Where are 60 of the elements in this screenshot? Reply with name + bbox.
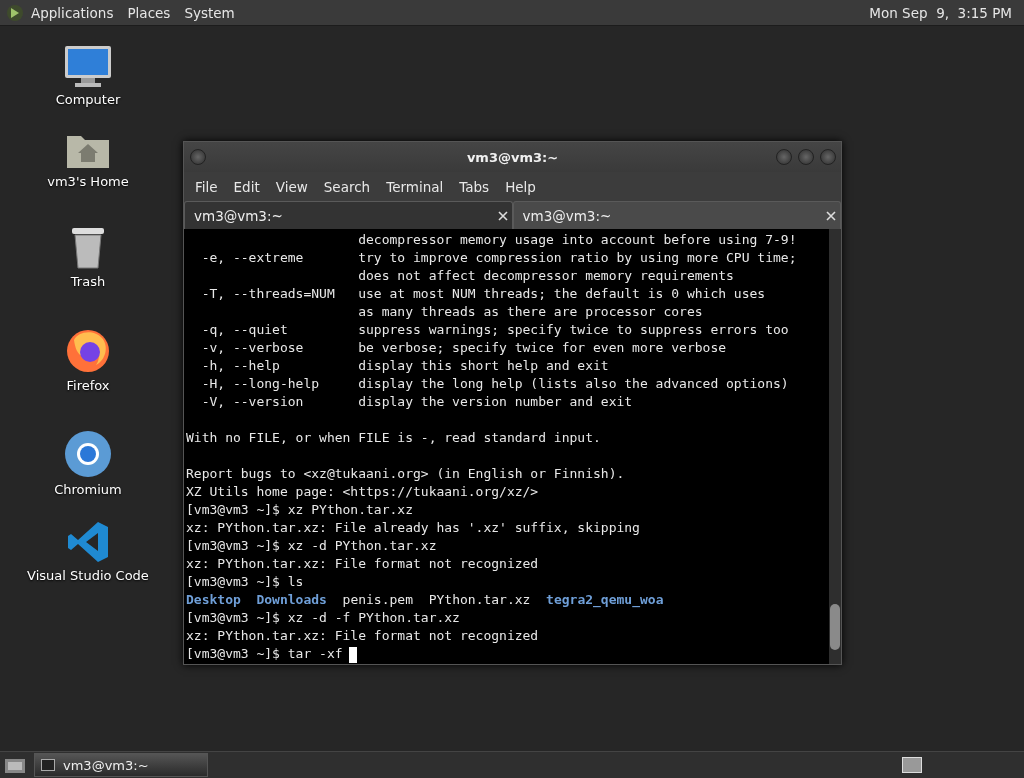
terminal-line: xz: PYthon.tar.xz: File format not recognized [186,556,539,571]
terminal-line: [vm3@vm3 ~]$ xz -d -f PYthon.tar.xz [186,610,460,625]
terminal-line: xz: PYthon.tar.xz: File already has '.xz' suffix, skipping [186,520,640,535]
chromium-icon [64,430,112,478]
terminal-line: xz: PYthon.tar.xz: File format not recognized [186,628,539,643]
panel-menu[interactable]: System [177,4,242,21]
terminal-line: -v, --verbose be verbose; specify twice for even more verbose [200,340,727,355]
show-desktop-icon[interactable] [4,756,26,774]
terminal-line: [vm3@vm3 ~]$ tar -xf [186,646,343,661]
terminal-line: [vm3@vm3 ~]$ ls [186,574,304,589]
terminal-line: -h, --help display this short help and exit [200,358,609,373]
desktop-icon-label[interactable]: Visual Studio Code [27,568,149,583]
minimize-button[interactable] [776,149,792,165]
terminal-line: -e, --extreme try to improve compression ratio by using more CPU time; [200,250,797,265]
menu-item[interactable]: Help [497,178,544,195]
tab[interactable]: vm3@vm3:~ [512,201,841,229]
desktop-icon-label[interactable]: Firefox [66,378,110,393]
file-name: PYthon.tar.xz [428,592,531,607]
terminal-line: -T, --threads=NUM use at most NUM threads; the default is 0 which uses [200,286,766,301]
menu-item[interactable]: View [267,178,316,195]
monitor-icon [63,44,113,88]
desktop-icon-label[interactable]: Chromium [54,482,122,497]
terminal-line: decompressor memory usage into account before using 7-9! [357,232,797,247]
terminal-line: -q, --quiet suppress warnings; specify twice to suppress errors too [200,322,789,337]
menu-item[interactable]: Terminal [378,178,452,195]
terminal-line: as many threads as there are processor cores [357,304,703,319]
desktop-icon-label[interactable]: Computer [55,92,121,107]
maximize-button[interactable] [798,149,814,165]
file-name: penis.pem [342,592,413,607]
menu-item[interactable]: Search [315,178,379,195]
trash-icon [69,226,107,270]
window-title: vm3@vm3:~ [466,149,559,165]
panel-menu[interactable]: Applications [24,4,121,21]
menu-item[interactable]: Tabs [451,178,498,195]
code-editor-icon [66,520,110,564]
terminal-line: XZ Utils home page: <https://tukaani.org/xz/> [186,484,539,499]
tab[interactable]: vm3@vm3:~ [184,201,513,229]
close-icon[interactable] [497,210,508,221]
panel-menu[interactable]: Places [120,4,178,21]
directory-name: tegra2_qemu_woa [546,592,664,607]
desktop-icon-label[interactable]: vm3's Home [47,174,129,189]
terminal-icon [41,759,55,771]
terminal-line: With no FILE, or when FILE is -, read standard input. [186,430,601,445]
terminal-line: [vm3@vm3 ~]$ xz PYthon.tar.xz [186,502,413,517]
terminal-line: -H, --long-help display the long help (lists also the advanced options) [200,376,789,391]
clock[interactable]: Mon Sep 9, 3:15 PM [869,4,1018,21]
close-button[interactable] [820,149,836,165]
directory-name: Downloads [256,592,327,607]
directory-name: Desktop [186,592,241,607]
terminal-line: Report bugs to <xz@tukaani.org> (in English or Finnish). [186,466,625,481]
window-menu-button[interactable] [190,149,206,165]
menu-item[interactable]: File [187,178,226,195]
close-icon[interactable] [826,210,836,221]
desktop-icon-label[interactable]: Trash [70,274,106,289]
taskbar-window-button[interactable]: vm3@vm3:~ [34,753,208,777]
terminal-line: does not affect decompressor memory requirements [357,268,734,283]
terminal-line: [vm3@vm3 ~]$ xz -d PYthon.tar.xz [186,538,437,553]
menu-item[interactable]: Edit [225,178,268,195]
logo-icon[interactable] [6,3,24,22]
terminal-line: -V, --version display the version number and exit [200,394,633,409]
